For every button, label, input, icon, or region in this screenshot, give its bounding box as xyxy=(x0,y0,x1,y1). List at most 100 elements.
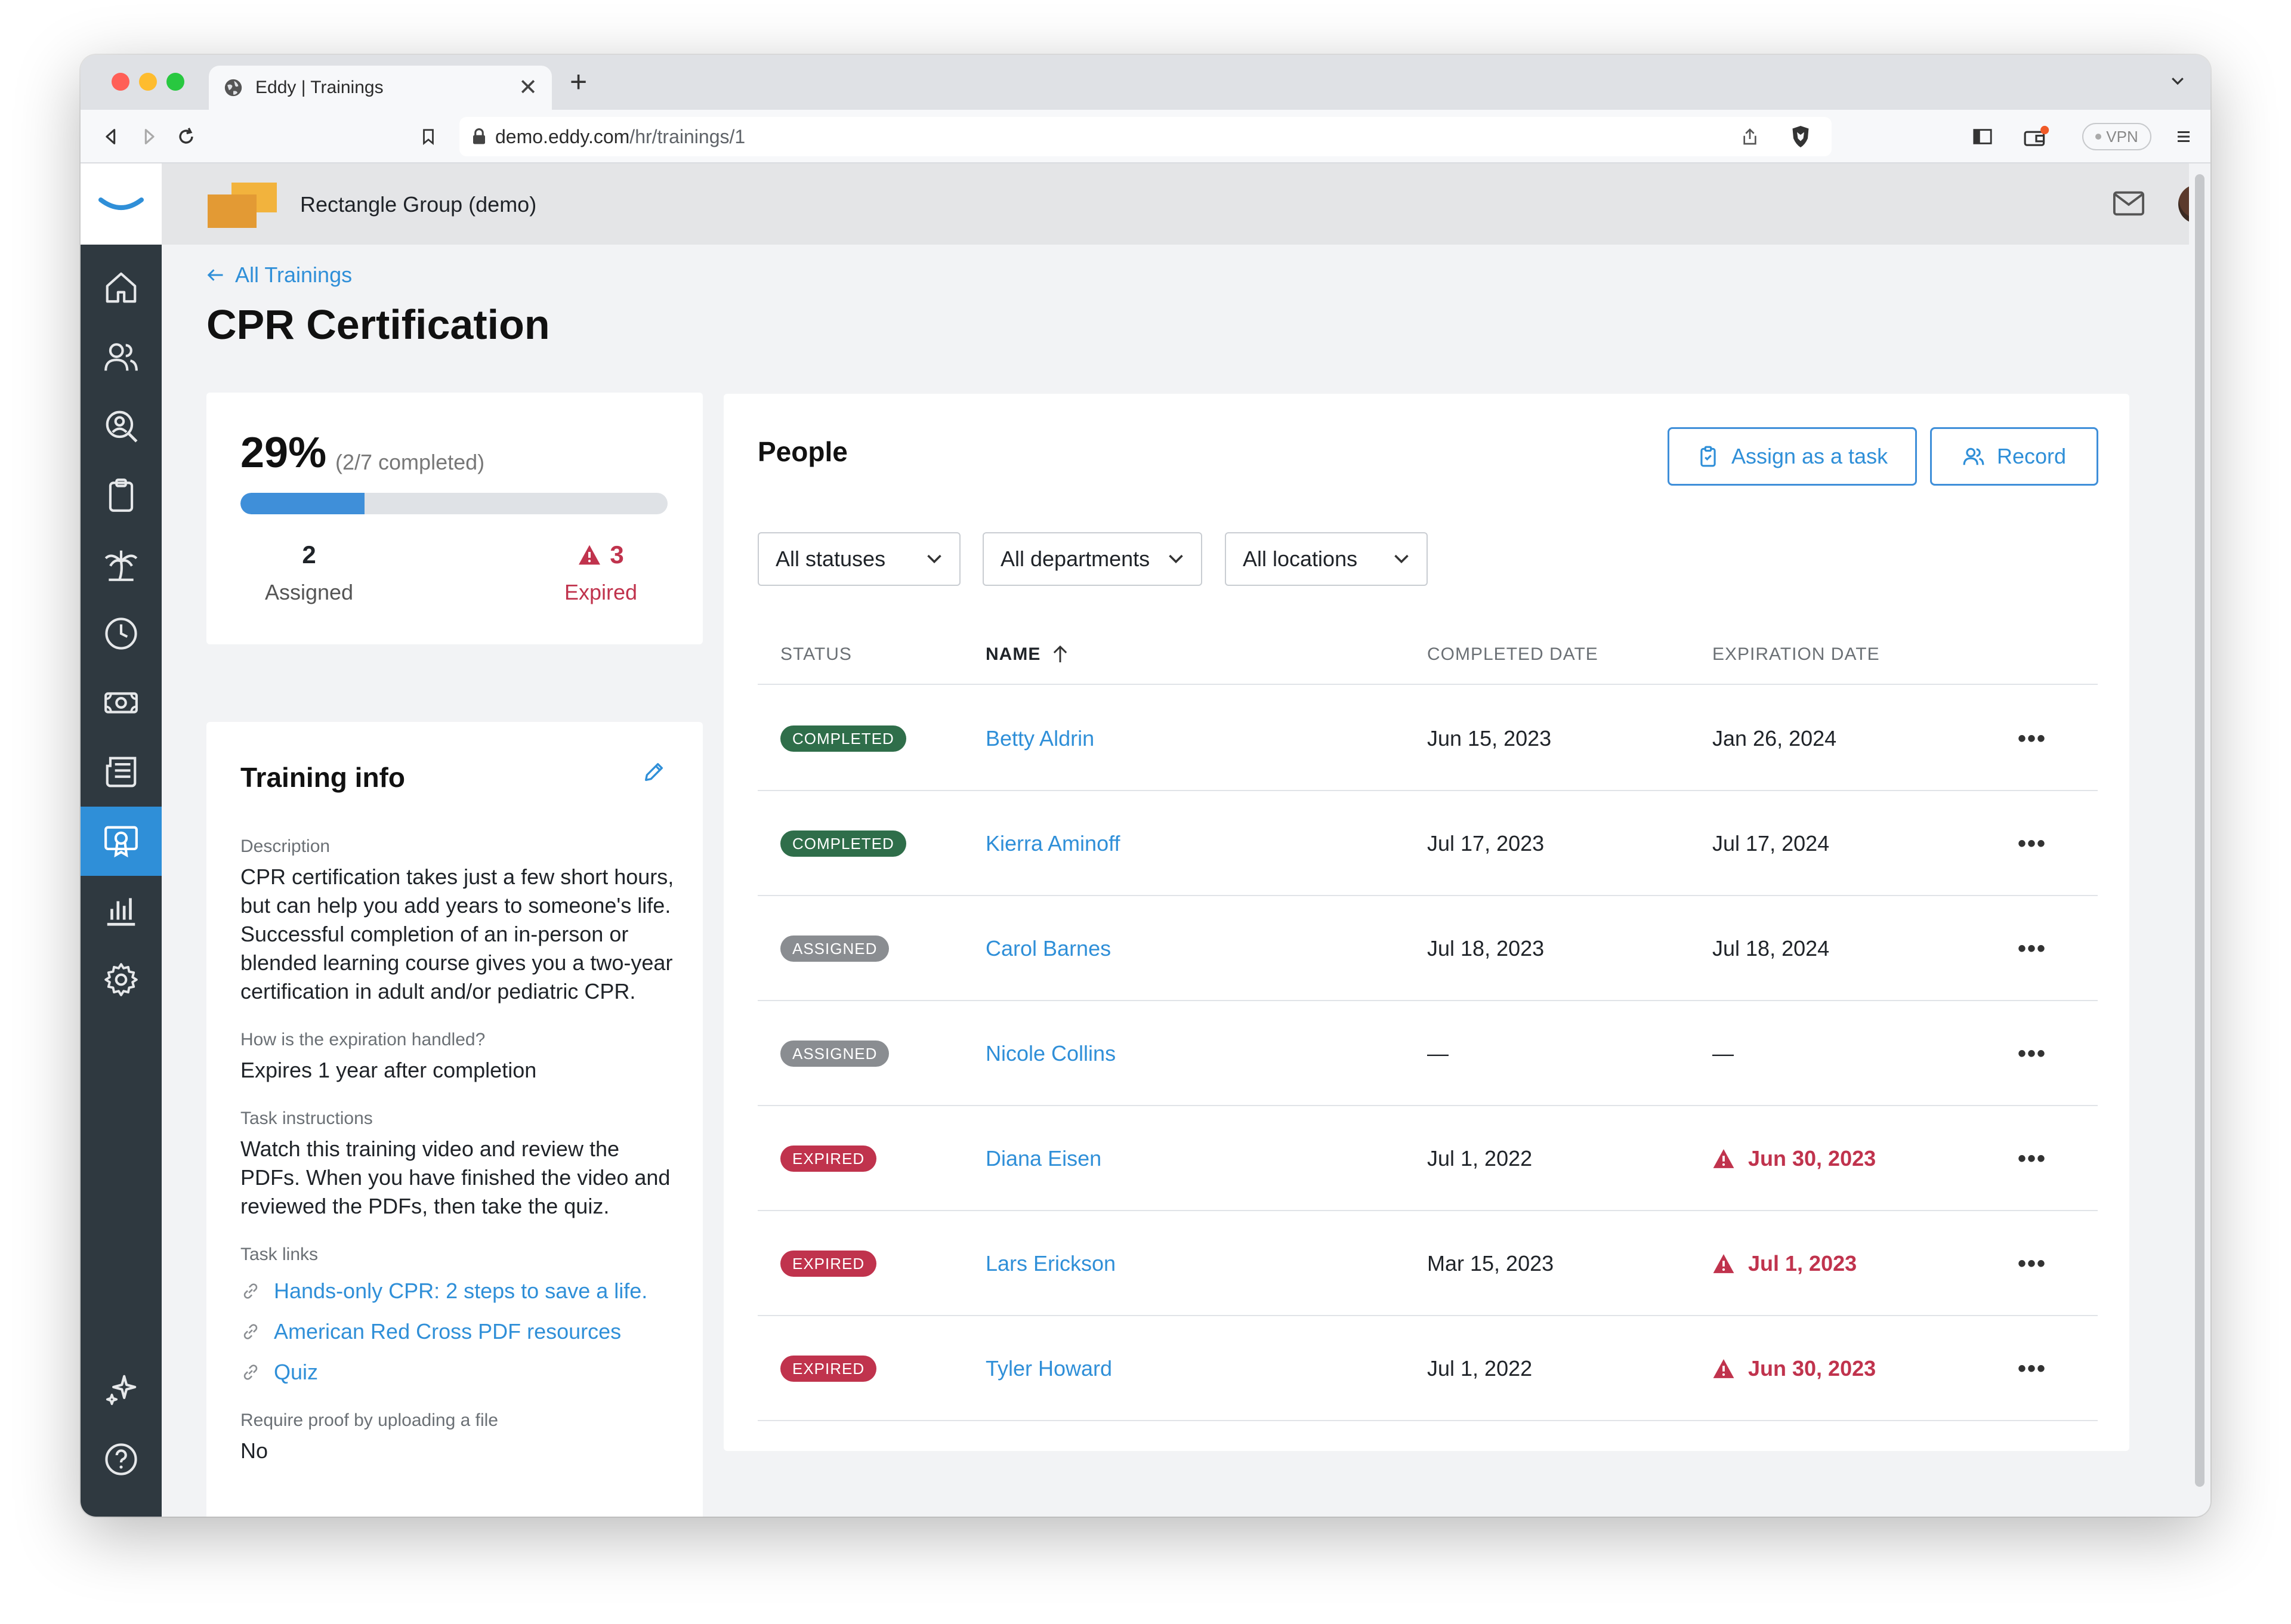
expiration-cell: Jul 1, 2023 xyxy=(1712,1211,1857,1316)
row-more-button[interactable]: ••• xyxy=(2018,1211,2046,1316)
person-name-link[interactable]: Kierra Aminoff xyxy=(986,791,1120,896)
sidebar-item-tasks[interactable] xyxy=(81,461,162,530)
sidebar-item-people[interactable] xyxy=(81,322,162,391)
scrollbar-thumb[interactable] xyxy=(2195,174,2204,1487)
table-row[interactable]: ASSIGNED Nicole Collins — — ••• xyxy=(758,1001,2098,1106)
expiration-date: — xyxy=(1712,1041,1734,1066)
people-icon xyxy=(104,343,138,371)
expiration-date: Jul 17, 2024 xyxy=(1712,831,1830,856)
tab-close-button[interactable]: ✕ xyxy=(518,76,538,99)
bookmark-icon[interactable] xyxy=(415,123,442,150)
column-header-expiration[interactable]: EXPIRATION DATE xyxy=(1712,644,1880,665)
search-person-icon xyxy=(106,410,138,443)
page-scrollbar[interactable] xyxy=(2189,163,2210,1517)
sidebar-item-training[interactable] xyxy=(81,807,162,876)
reload-icon[interactable] xyxy=(172,123,200,150)
sidebar-item-recruiting[interactable] xyxy=(81,391,162,461)
arrow-left-icon xyxy=(207,269,223,281)
sidebar-toggle-icon[interactable] xyxy=(1969,123,1996,150)
back-arrow-icon[interactable] xyxy=(97,123,125,150)
row-more-button[interactable]: ••• xyxy=(2018,1106,2046,1211)
person-name-link[interactable]: Nicole Collins xyxy=(986,1001,1116,1106)
assign-as-task-button[interactable]: Assign as a task xyxy=(1668,427,1917,486)
location-filter[interactable]: All locations xyxy=(1225,532,1428,586)
sidebar-item-settings[interactable] xyxy=(81,945,162,1014)
gear-icon xyxy=(104,963,138,996)
new-tab-button[interactable]: + xyxy=(570,67,587,97)
completed-date: Jul 1, 2022 xyxy=(1427,1356,1533,1381)
department-filter[interactable]: All departments xyxy=(983,532,1202,586)
pencil-icon[interactable] xyxy=(642,760,666,784)
expired-label: Expired xyxy=(564,580,638,604)
assigned-stat[interactable]: 2 Assigned xyxy=(240,541,378,605)
share-icon[interactable] xyxy=(1736,123,1764,150)
minimize-window-button[interactable] xyxy=(139,73,157,91)
sidebar-item-home[interactable] xyxy=(81,253,162,322)
brave-shield-icon[interactable] xyxy=(1787,123,1814,150)
eddy-logo[interactable] xyxy=(81,163,162,245)
row-more-button[interactable]: ••• xyxy=(2018,686,2046,791)
row-more-button[interactable]: ••• xyxy=(2018,896,2046,1001)
address-bar[interactable]: demo.eddy.com/hr/trainings/1 xyxy=(459,117,1832,156)
forward-arrow-icon[interactable] xyxy=(135,123,163,150)
table-row[interactable]: COMPLETED Kierra Aminoff Jul 17, 2023 Jul 1… xyxy=(758,791,2098,896)
row-more-button[interactable]: ••• xyxy=(2018,791,2046,896)
status-cell: COMPLETED xyxy=(780,791,906,896)
expiration-cell: Jul 18, 2024 xyxy=(1712,896,1829,1001)
task-links-label: Task links xyxy=(240,1245,319,1264)
table-header: STATUS NAME COMPLETED DATE EXPIRATION DA… xyxy=(758,626,2098,685)
browser-tab[interactable]: Eddy | Trainings ✕ xyxy=(209,66,552,110)
completed-date: Jul 17, 2023 xyxy=(1427,831,1545,856)
status-cell: EXPIRED xyxy=(780,1211,877,1316)
person-name-link[interactable]: Carol Barnes xyxy=(986,896,1111,1001)
row-more-button[interactable]: ••• xyxy=(2018,1001,2046,1106)
proof-label: Require proof by uploading a file xyxy=(240,1410,498,1430)
expired-stat[interactable]: 3 Expired xyxy=(532,541,669,605)
vpn-label: VPN xyxy=(2106,127,2138,146)
record-button[interactable]: Record xyxy=(1930,427,2098,486)
column-header-completed[interactable]: COMPLETED DATE xyxy=(1427,644,1598,665)
chevron-down-icon[interactable] xyxy=(2169,72,2187,89)
sidebar-item-time-tracking[interactable] xyxy=(81,599,162,668)
table-row[interactable]: ASSIGNED Carol Barnes Jul 18, 2023 Jul 18, … xyxy=(758,896,2098,1001)
newspaper-icon xyxy=(106,757,137,788)
person-name-link[interactable]: Tyler Howard xyxy=(986,1316,1112,1421)
description-label: Description xyxy=(240,836,331,856)
table-row[interactable]: EXPIRED Tyler Howard Jul 1, 2022 Jun 30, 20… xyxy=(758,1316,2098,1421)
status-filter-value: All statuses xyxy=(776,547,886,571)
org-name[interactable]: Rectangle Group (demo) xyxy=(300,192,536,217)
status-filter[interactable]: All statuses xyxy=(758,532,961,586)
column-header-name[interactable]: NAME xyxy=(986,644,1069,665)
zoom-window-button[interactable] xyxy=(166,73,184,91)
sidebar-item-time-off[interactable] xyxy=(81,530,162,599)
sidebar-item-payroll[interactable] xyxy=(81,668,162,737)
sidebar-item-news[interactable] xyxy=(81,737,162,807)
sidebar-item-help[interactable] xyxy=(81,1425,162,1494)
completed-date: Jul 18, 2023 xyxy=(1427,936,1545,961)
person-name-link[interactable]: Lars Erickson xyxy=(986,1211,1116,1316)
row-more-button[interactable]: ••• xyxy=(2018,1316,2046,1421)
location-filter-value: All locations xyxy=(1243,547,1358,571)
back-to-trainings-link[interactable]: All Trainings xyxy=(206,263,352,288)
person-name-link[interactable]: Betty Aldrin xyxy=(986,686,1094,791)
close-window-button[interactable] xyxy=(112,73,129,91)
expiration-text: Expires 1 year after completion xyxy=(240,1058,537,1082)
person-name-link[interactable]: Diana Eisen xyxy=(986,1106,1101,1211)
table-row[interactable]: EXPIRED Diana Eisen Jul 1, 2022 Jun 30, 202… xyxy=(758,1106,2098,1211)
table-row[interactable]: EXPIRED Lars Erickson Mar 15, 2023 Jul 1, 2… xyxy=(758,1211,2098,1316)
task-link[interactable]: Hands-only CPR: 2 steps to save a life. xyxy=(240,1271,676,1311)
column-header-status[interactable]: STATUS xyxy=(780,644,852,665)
globe-icon xyxy=(224,79,242,97)
menu-icon[interactable] xyxy=(2170,123,2197,150)
wallet-icon[interactable] xyxy=(2023,123,2050,150)
people-title: People xyxy=(758,436,848,467)
sidebar-item-ai[interactable] xyxy=(81,1356,162,1425)
task-link[interactable]: American Red Cross PDF resources xyxy=(240,1311,676,1352)
table-row[interactable]: COMPLETED Betty Aldrin Jun 15, 2023 Jan 26,… xyxy=(758,686,2098,791)
completion-percent: 29% xyxy=(240,429,327,477)
sidebar-item-reports[interactable] xyxy=(81,876,162,945)
task-link[interactable]: Quiz xyxy=(240,1352,676,1393)
back-link-label: All Trainings xyxy=(235,263,353,287)
mail-icon[interactable] xyxy=(2113,190,2145,217)
vpn-button[interactable]: VPN xyxy=(2082,123,2151,150)
